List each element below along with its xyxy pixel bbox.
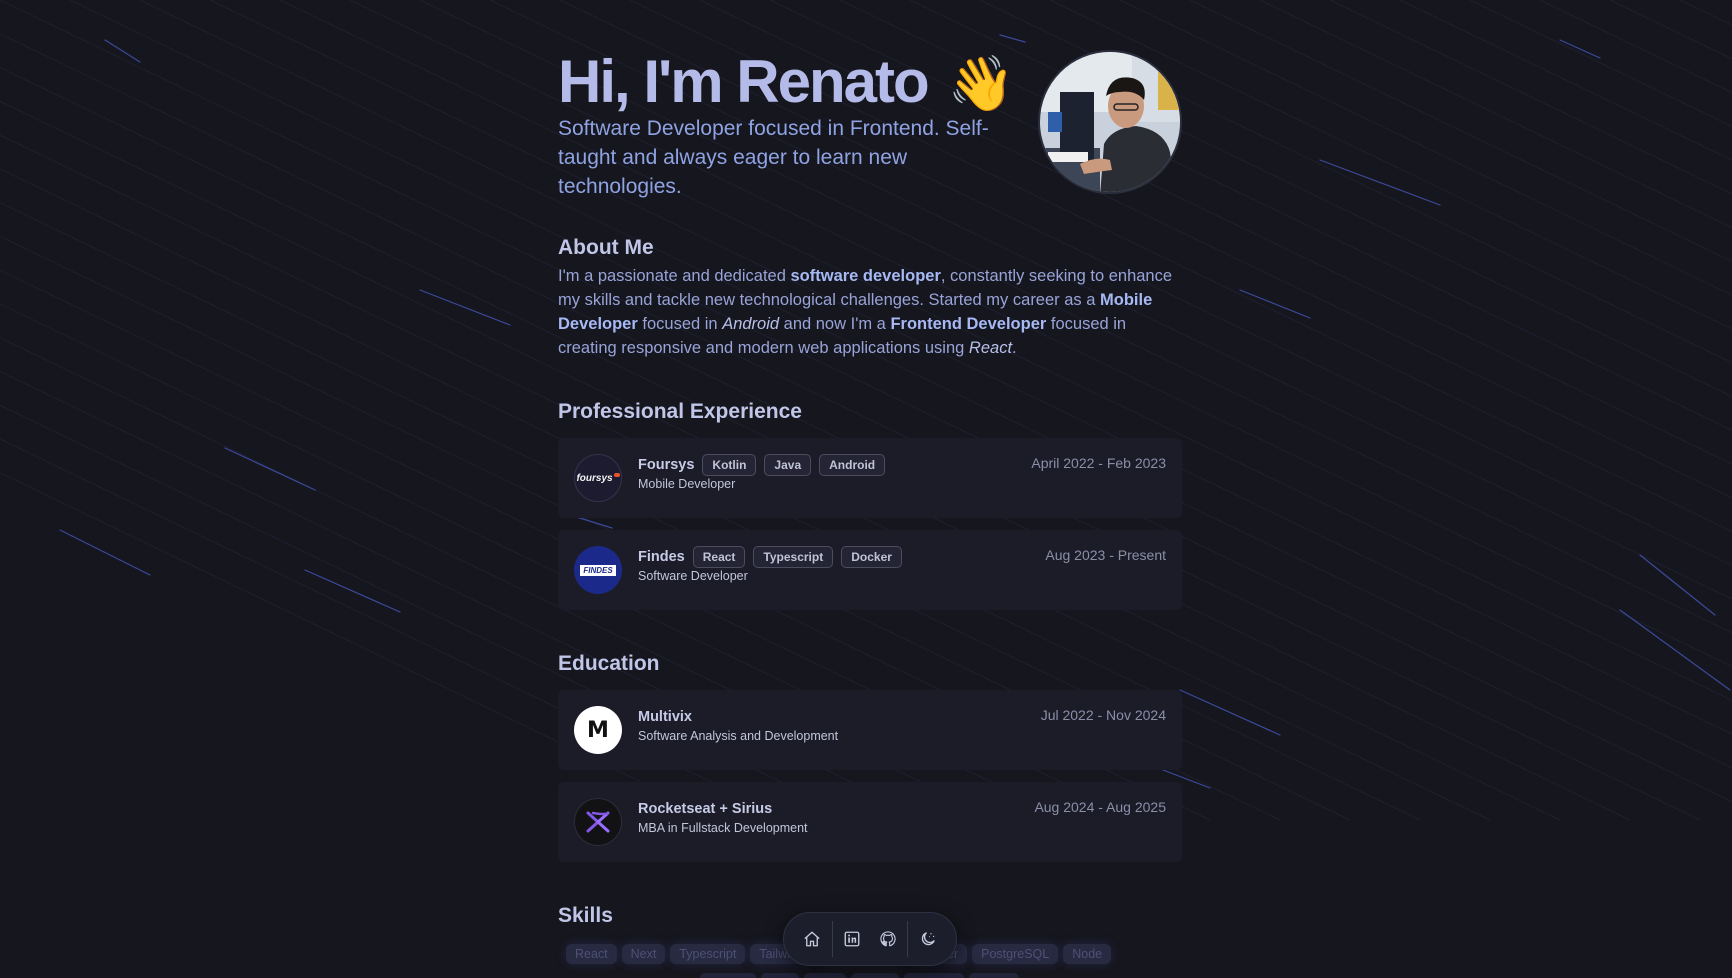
tech-tag: Typescript [753, 546, 834, 568]
background-streak [1259, 0, 1732, 229]
hero-section: Hi, I'm Renato 👋 Software Developer focus… [558, 0, 1182, 210]
avatar-photo [1040, 52, 1180, 192]
main-content: Hi, I'm Renato 👋 Software Developer focus… [558, 0, 1182, 978]
about-emphasis: React [968, 339, 1013, 357]
meteor-streak [1319, 159, 1441, 206]
about-text-part: I'm a passionate and dedicated [558, 267, 791, 285]
rocketseat-logo-icon [586, 811, 610, 833]
waving-hand-icon: 👋 [947, 54, 1015, 114]
about-title: About Me [558, 236, 654, 259]
background-streak [1189, 0, 1732, 262]
job-dates: April 2022 - Feb 2023 [1031, 455, 1166, 471]
skill-pill-faded [851, 973, 899, 978]
linkedin-button[interactable] [834, 921, 870, 957]
institution-name: Rocketseat + Sirius [638, 801, 773, 817]
about-text-part: . [1012, 339, 1017, 357]
dock-divider [907, 921, 909, 957]
card-header: Foursys Kotlin Java Android [638, 453, 893, 477]
job-dates: Aug 2023 - Present [1045, 547, 1166, 563]
skill-pill: React [566, 944, 617, 964]
education-section: Education M Multivix Software Analysis a… [558, 650, 1182, 862]
about-text: I'm a passionate and dedicated software … [558, 264, 1182, 360]
findes-logo: FINDES [574, 546, 622, 594]
theme-toggle-button[interactable] [910, 921, 946, 957]
about-text-part: and now I'm a [779, 315, 891, 333]
avatar [1038, 50, 1182, 194]
company-name: Foursys [638, 457, 695, 473]
job-role: Software Developer [638, 569, 748, 583]
institution-name: Multivix [638, 709, 692, 725]
experience-section: Professional Experience foursys Foursys … [558, 398, 1182, 610]
skill-pill-faded [904, 973, 964, 978]
education-card-rocketseat[interactable]: Rocketseat + Sirius MBA in Fullstack Dev… [558, 782, 1182, 862]
course-name: Software Analysis and Development [638, 729, 839, 743]
skill-pill: Typescript [670, 944, 746, 964]
dock-divider [831, 921, 833, 957]
portfolio-page: Hi, I'm Renato 👋 Software Developer focus… [0, 0, 1732, 978]
foursys-logo-text: foursys [576, 472, 613, 484]
company-name: Findes [638, 549, 685, 565]
home-icon [804, 931, 820, 947]
home-button[interactable] [794, 921, 830, 957]
bottom-dock [783, 912, 957, 966]
about-text-part: focused in [637, 315, 723, 333]
background-streak [1609, 0, 1732, 60]
experience-card-findes[interactable]: FINDES Findes React Typescript Docker So… [558, 530, 1182, 610]
about-highlight: software developer [790, 267, 941, 285]
card-header: Rocketseat + Sirius [638, 797, 780, 821]
experience-title: Professional Experience [558, 400, 802, 423]
about-section: About Me I'm a passionate and dedicated … [558, 234, 1182, 360]
meteor-streak [224, 447, 316, 491]
meteor-streak [1239, 289, 1311, 319]
skill-pill-faded [761, 973, 799, 978]
skill-pill: Node [1063, 944, 1112, 964]
findes-logo-text: FINDES [580, 564, 616, 576]
about-emphasis: Android [722, 315, 780, 333]
multivix-logo: M [574, 706, 622, 754]
meteor-streak [1619, 609, 1731, 691]
skill-pill-faded [700, 973, 756, 978]
course-dates: Jul 2022 - Nov 2024 [1040, 707, 1166, 723]
tech-tag: React [692, 546, 746, 568]
github-icon [880, 931, 896, 947]
theme-toggle-icon [922, 932, 935, 946]
about-highlight: Frontend Developer [890, 315, 1047, 333]
course-dates: Aug 2024 - Aug 2025 [1034, 799, 1166, 815]
skill-pill: Next [621, 944, 666, 964]
hero-subtitle: Software Developer focused in Frontend. … [558, 117, 989, 198]
linkedin-icon [844, 931, 860, 947]
skills-list-overflow [700, 973, 1019, 978]
foursys-logo-mark [613, 473, 620, 477]
hero-title-text: Hi, I'm Renato [558, 48, 930, 115]
card-header: Multivix [638, 705, 700, 729]
background-streak [1399, 0, 1732, 161]
skill-pill-faded [969, 973, 1019, 978]
tech-tag: Java [764, 454, 812, 476]
page-title: Hi, I'm Renato 👋 [558, 46, 1015, 120]
experience-card-foursys[interactable]: foursys Foursys Kotlin Java Android Mobi… [558, 438, 1182, 518]
tech-tag: Android [819, 454, 886, 476]
background-streak [1119, 0, 1732, 296]
tech-tag: Kotlin [702, 454, 757, 476]
meteor-streak [59, 529, 151, 576]
card-header: Findes React Typescript Docker [638, 545, 910, 569]
course-name: MBA in Fullstack Development [638, 821, 808, 835]
job-role: Mobile Developer [638, 477, 736, 491]
background-streak [1469, 0, 1732, 127]
education-card-multivix[interactable]: M Multivix Software Analysis and Develop… [558, 690, 1182, 770]
skill-pill-faded [804, 973, 846, 978]
multivix-logo-text: M [587, 717, 609, 743]
background-streak [1329, 0, 1732, 195]
meteor-streak [1559, 39, 1601, 59]
skill-pill: PostgreSQL [972, 944, 1059, 964]
tech-tag: Docker [841, 546, 902, 568]
rocketseat-logo [574, 798, 622, 846]
background-streak [1539, 0, 1732, 94]
education-title: Education [558, 652, 660, 675]
github-button[interactable] [870, 921, 906, 957]
foursys-logo: foursys [574, 454, 622, 502]
